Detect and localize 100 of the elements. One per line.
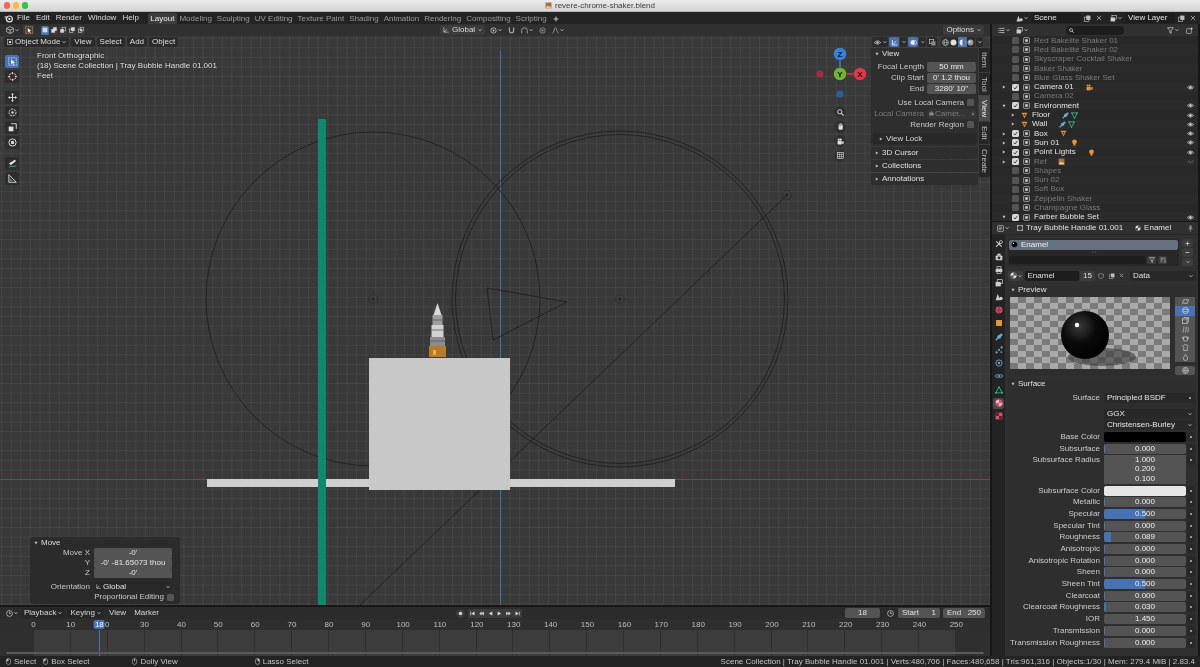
axis-handle[interactable]: Z	[833, 47, 847, 61]
outliner-row[interactable]: Camera 02	[992, 91, 1198, 102]
number-field[interactable]: -0'	[94, 548, 172, 558]
previous-keyframe-button[interactable]	[477, 608, 486, 618]
checkbox[interactable]	[1012, 185, 1019, 193]
slider-field[interactable]: 0.000	[1104, 637, 1186, 648]
snap-element-dropdown[interactable]	[519, 25, 535, 35]
outliner-row[interactable]: Skyscraper Cocktail Shaker	[992, 54, 1198, 64]
negative-axis-handle[interactable]	[836, 90, 844, 98]
slider-field[interactable]: 0.000	[1104, 567, 1186, 578]
zoom-view-button[interactable]	[834, 106, 846, 118]
new-collection-button[interactable]	[1184, 25, 1194, 35]
shading-mode-button[interactable]	[949, 37, 958, 47]
checkbox[interactable]	[1012, 158, 1019, 165]
checkbox[interactable]	[1012, 65, 1019, 73]
xray-toggle[interactable]	[927, 37, 937, 47]
mode-dropdown[interactable]: Object Mode	[4, 37, 70, 47]
properties-tab[interactable]	[993, 264, 1004, 276]
visibility-toggle[interactable]	[1187, 101, 1194, 110]
slider-field[interactable]: 0.000	[1104, 544, 1186, 554]
socket-button[interactable]	[1187, 625, 1195, 636]
menu-item[interactable]: Window	[84, 13, 120, 23]
checkbox[interactable]	[1012, 195, 1019, 203]
outliner-row[interactable]: Champagne Glass	[992, 203, 1198, 213]
menu-item[interactable]: Object	[149, 37, 179, 47]
properties-tab[interactable]	[993, 251, 1004, 263]
properties-tab[interactable]	[993, 277, 1004, 289]
panel-header[interactable]: 3D Cursor	[873, 147, 976, 158]
sidebar-tab[interactable]: Edit	[979, 122, 990, 145]
properties-tab[interactable]	[993, 238, 1004, 249]
current-frame-indicator[interactable]: 18	[93, 620, 105, 629]
checkbox[interactable]	[967, 99, 974, 106]
add-slot-button[interactable]	[1182, 239, 1193, 248]
socket-button[interactable]	[1187, 431, 1195, 442]
menu-item[interactable]: Render	[52, 13, 85, 23]
projection-toggle-button[interactable]	[834, 149, 846, 162]
visibility-toggle[interactable]	[1187, 129, 1194, 138]
workspace-tab[interactable]: Animation	[381, 13, 422, 24]
tool-button[interactable]	[5, 172, 19, 185]
panel-header[interactable]: Preview	[1008, 285, 1196, 295]
checkbox[interactable]	[1012, 167, 1019, 175]
duplicate-material-button[interactable]	[1107, 271, 1116, 280]
visibility-toggle[interactable]	[1187, 111, 1194, 119]
overlay-toggle[interactable]	[908, 37, 918, 47]
panel-header[interactable]: Surface	[1008, 379, 1196, 389]
active-tool-button[interactable]	[23, 25, 34, 35]
outliner-row[interactable]: Blue Glass Shaker Set	[992, 73, 1198, 83]
shading-mode-button[interactable]	[966, 37, 975, 47]
color-swatch[interactable]	[1104, 485, 1186, 496]
socket-button[interactable]	[1187, 532, 1195, 543]
workspace-tab[interactable]: Compositing	[463, 13, 514, 24]
tool-button[interactable]	[5, 91, 19, 104]
editor-type-button[interactable]	[995, 223, 1010, 233]
checkbox[interactable]	[1012, 139, 1019, 147]
unlink-material-button[interactable]	[1117, 271, 1126, 280]
workspace-tab[interactable]: Texture Paint	[295, 13, 347, 24]
proportional-editing-toggle[interactable]	[537, 25, 548, 35]
outliner-row[interactable]: Point Lights	[992, 147, 1198, 157]
method-dropdown[interactable]: Christensen-Burley	[1104, 420, 1195, 431]
filter-button[interactable]	[1165, 25, 1180, 35]
new-scene-button[interactable]	[1082, 13, 1093, 23]
socket-button[interactable]	[1187, 544, 1195, 554]
preview-shape-button[interactable]	[1175, 297, 1195, 307]
outliner-row[interactable]: Shapes	[992, 166, 1198, 176]
checkbox[interactable]	[1012, 204, 1019, 212]
slider-field[interactable]: 0.030	[1104, 602, 1186, 613]
panel-header[interactable]: Collections	[873, 160, 976, 171]
socket-button[interactable]	[1187, 508, 1195, 519]
properties-tab[interactable]	[993, 384, 1004, 396]
workspace-tab[interactable]: Sculpting	[214, 13, 253, 24]
overlay-menu-button[interactable]	[919, 37, 926, 47]
number-field[interactable]: 1.000	[1104, 454, 1186, 465]
sort-button[interactable]	[1158, 255, 1167, 264]
properties-tab[interactable]	[993, 317, 1004, 329]
visibility-dropdown[interactable]	[872, 37, 888, 47]
tool-button[interactable]	[5, 136, 19, 149]
visibility-toggle[interactable]	[1187, 138, 1194, 147]
outliner-row[interactable]: Soft Box	[992, 184, 1198, 195]
view-layer-field[interactable]: View Layer	[1125, 13, 1175, 23]
visibility-toggle[interactable]	[1187, 83, 1194, 92]
editor-type-button[interactable]	[996, 25, 1011, 35]
socket-button[interactable]	[1187, 443, 1195, 454]
workspace-tab[interactable]: Scripting	[513, 13, 550, 24]
properties-tab[interactable]	[993, 397, 1004, 409]
color-swatch[interactable]	[1104, 431, 1186, 442]
display-mode-button[interactable]	[1014, 25, 1029, 35]
orientation-dropdown[interactable]: Global	[94, 581, 172, 592]
menu-item[interactable]: Playback	[21, 608, 66, 618]
slider-field[interactable]: 0.500	[1104, 508, 1186, 519]
current-frame-field[interactable]: 18	[845, 608, 880, 618]
checkbox[interactable]	[1012, 213, 1019, 221]
number-field[interactable]: 0.100	[1104, 474, 1186, 484]
checkbox[interactable]	[967, 121, 974, 128]
properties-tab[interactable]	[993, 331, 1004, 343]
gizmo-toggle[interactable]	[889, 37, 899, 47]
scene-name-field[interactable]: Scene	[1031, 13, 1081, 23]
properties-tab[interactable]	[993, 357, 1004, 369]
socket-button[interactable]	[1187, 497, 1195, 508]
snap-toggle[interactable]	[506, 25, 517, 35]
filter-options-button[interactable]	[1147, 255, 1156, 264]
